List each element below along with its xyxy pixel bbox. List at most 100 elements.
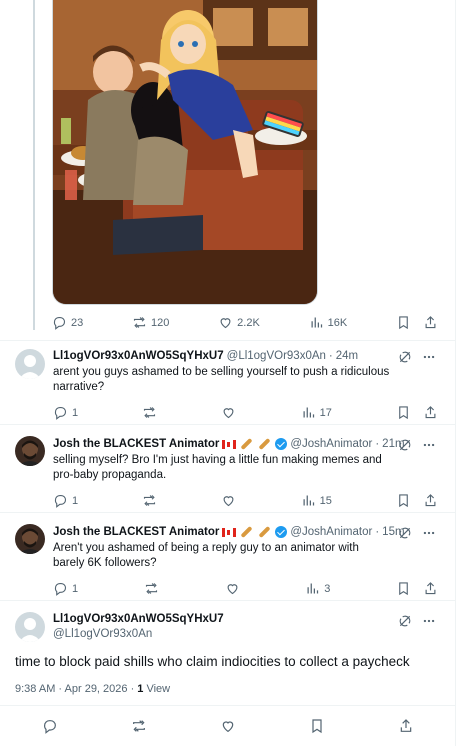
reply-action-bar: 1 15 — [53, 493, 438, 508]
views-icon — [307, 583, 319, 594]
views-icon — [303, 495, 314, 506]
more-icon[interactable] — [422, 526, 436, 540]
more-icon[interactable] — [422, 350, 436, 364]
repost-button[interactable] — [142, 405, 157, 420]
view-count: 16K — [327, 316, 348, 329]
view-count: 17 — [319, 406, 332, 419]
canada-flag-icon — [222, 527, 237, 537]
user-photo-avatar — [15, 524, 45, 554]
views-button[interactable]: 16K — [309, 315, 348, 330]
views-button[interactable]: 3 — [305, 581, 330, 596]
post-meta: 9:38 AM · Apr 29, 2026 · 1 View — [15, 683, 170, 695]
post-action-bar: 23 120 2.2K 16K — [52, 315, 438, 330]
grok-icon[interactable] — [398, 614, 412, 628]
like-button[interactable] — [225, 581, 240, 596]
share-icon[interactable] — [423, 581, 438, 596]
separator-dot: · — [375, 438, 380, 450]
focused-post: Ll1ogVOr93x0AnWO5SqYHxU7 @Ll1ogVOr93x0An — [0, 600, 456, 642]
share-icon[interactable] — [423, 493, 438, 508]
baguette-icon — [258, 437, 271, 451]
avatar[interactable] — [15, 524, 45, 554]
share-icon[interactable] — [423, 405, 438, 420]
reply-post-1[interactable]: Ll1ogVOr93x0AnWO5SqYHxU7 @Ll1ogVOr93x0An… — [0, 340, 456, 424]
views-icon — [311, 317, 322, 328]
display-name[interactable]: Josh the BLACKEST Animator — [53, 526, 219, 538]
view-count: 15 — [319, 494, 332, 507]
avatar[interactable] — [15, 436, 45, 466]
repost-button[interactable] — [142, 493, 157, 508]
post-top-icons — [398, 614, 436, 628]
display-name[interactable]: Josh the BLACKEST Animator — [53, 438, 219, 450]
post-text: time to block paid shills who claim indi… — [15, 654, 410, 669]
thread-connector-line — [33, 0, 35, 330]
reply-button[interactable]: 23 — [52, 315, 83, 330]
grok-icon[interactable] — [398, 526, 412, 540]
post-media-image[interactable] — [52, 0, 318, 305]
reply-post-3[interactable]: Josh the BLACKEST Animator @JoshAnimator… — [0, 512, 456, 600]
bookmark-share-group — [396, 493, 438, 508]
repost-count: 120 — [151, 316, 170, 329]
more-icon[interactable] — [422, 614, 436, 628]
like-icon[interactable] — [220, 718, 236, 734]
grok-icon[interactable] — [398, 350, 412, 364]
handle[interactable]: @Ll1ogVOr93x0An — [53, 628, 152, 640]
repost-button[interactable] — [144, 581, 159, 596]
reply-post-2[interactable]: Josh the BLACKEST Animator @JoshAnimator… — [0, 424, 456, 512]
like-button[interactable] — [221, 405, 236, 420]
like-count: 2.2K — [237, 316, 260, 329]
display-name[interactable]: Ll1ogVOr93x0AnWO5SqYHxU7 — [53, 350, 224, 362]
verified-badge-icon[interactable] — [275, 526, 288, 538]
reply-top-icons — [398, 526, 436, 540]
reply-icon[interactable] — [42, 718, 58, 734]
default-avatar-icon — [15, 612, 45, 642]
reply-button[interactable]: 1 — [53, 405, 78, 420]
share-icon[interactable] — [423, 315, 438, 330]
repost-icon — [144, 407, 156, 418]
handle[interactable]: @Ll1ogVOr93x0An — [227, 350, 326, 362]
avatar[interactable] — [15, 612, 45, 642]
display-name[interactable]: Ll1ogVOr93x0AnWO5SqYHxU7 — [53, 613, 224, 625]
separator-dot: · — [375, 526, 380, 538]
reply-button[interactable]: 1 — [53, 581, 78, 596]
reply-count: 23 — [71, 316, 84, 329]
reply-button[interactable]: 1 — [53, 493, 78, 508]
views-icon — [303, 407, 314, 418]
share-icon[interactable] — [398, 718, 414, 734]
like-button[interactable] — [221, 493, 236, 508]
reply-text: Aren't you ashamed of being a reply guy … — [53, 542, 359, 569]
views-label: View — [143, 683, 171, 695]
repost-icon — [145, 583, 157, 594]
repost-icon[interactable] — [131, 718, 147, 734]
like-icon — [220, 318, 231, 329]
repost-button[interactable]: 120 — [132, 315, 169, 330]
reply-text: arent you guys ashamed to be selling you… — [53, 366, 390, 393]
timestamp[interactable]: 24m — [336, 350, 358, 362]
post-action-bar-main — [0, 705, 456, 746]
reply-header: Ll1ogVOr93x0AnWO5SqYHxU7 @Ll1ogVOr93x0An… — [53, 350, 358, 362]
post-timestamp[interactable]: 9:38 AM · Apr 29, 2026 · — [15, 683, 137, 695]
more-icon[interactable] — [422, 438, 436, 452]
verified-badge-icon[interactable] — [275, 438, 288, 450]
bookmark-icon[interactable] — [309, 718, 325, 734]
handle[interactable]: @JoshAnimator — [290, 438, 372, 450]
bookmark-icon[interactable] — [396, 405, 411, 420]
reply-count: 1 — [72, 494, 79, 507]
bookmark-icon[interactable] — [396, 581, 411, 596]
bookmark-icon[interactable] — [396, 493, 411, 508]
views-button[interactable]: 15 — [301, 493, 332, 508]
view-count: 3 — [324, 582, 331, 595]
handle[interactable]: @JoshAnimator — [290, 526, 372, 538]
reply-header: Josh the BLACKEST Animator @JoshAnimator… — [53, 525, 405, 539]
like-button[interactable]: 2.2K — [218, 315, 260, 330]
views-button[interactable]: 17 — [301, 405, 332, 420]
bookmark-share-group — [396, 315, 438, 330]
bookmark-icon[interactable] — [396, 315, 411, 330]
reply-count: 1 — [72, 582, 79, 595]
grok-icon[interactable] — [398, 438, 412, 452]
bookmark-share-group — [396, 581, 438, 596]
avatar[interactable] — [15, 349, 45, 379]
baguette-icon — [240, 437, 253, 451]
like-icon — [227, 584, 237, 595]
baguette-icon — [240, 525, 253, 539]
reply-header: Josh the BLACKEST Animator @JoshAnimator… — [53, 437, 405, 451]
